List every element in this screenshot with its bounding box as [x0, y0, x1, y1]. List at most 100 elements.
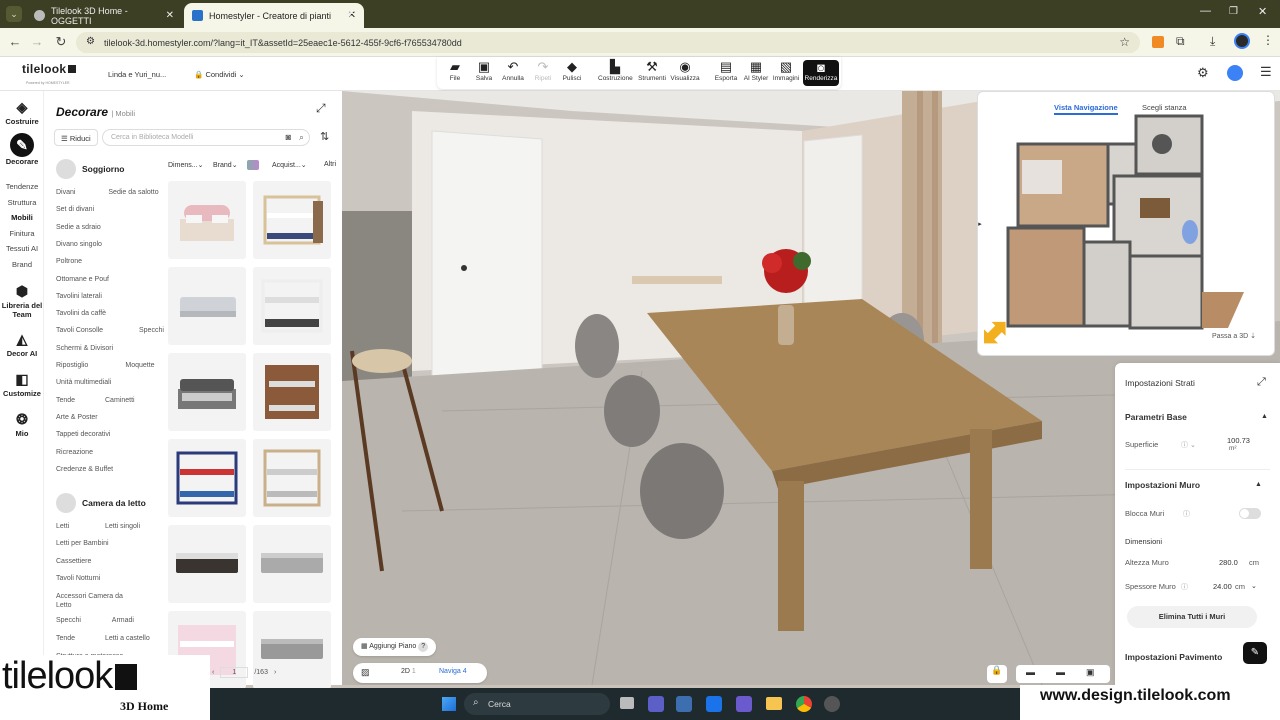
- category-item[interactable]: Sedie da salotto: [108, 189, 158, 196]
- category-camera[interactable]: Camera da letto: [56, 493, 146, 513]
- reduce-button[interactable]: ☰ Riduci: [54, 129, 98, 146]
- reload-icon[interactable]: ↻: [52, 34, 70, 50]
- category-item[interactable]: Unità multimediali: [56, 379, 111, 386]
- bookmark-star-icon[interactable]: ☆: [1119, 35, 1130, 49]
- category-item[interactable]: Sedie a sdraio: [56, 224, 101, 231]
- profile-avatar-icon[interactable]: [1234, 33, 1250, 49]
- camera-tool-icon[interactable]: ▬: [1026, 667, 1035, 677]
- teams-app-icon[interactable]: [648, 696, 664, 712]
- category-item[interactable]: Moquette: [125, 362, 154, 369]
- navigate-button[interactable]: Naviga 4: [439, 668, 467, 675]
- expand-panel-icon[interactable]: ⤢: [1257, 376, 1266, 389]
- category-item[interactable]: Tavolini laterali: [56, 293, 102, 300]
- browser-tab-tilelook[interactable]: Tilelook 3D Home - OGGETTI ✕: [26, 3, 182, 28]
- chrome-profile-app-icon[interactable]: [824, 696, 840, 712]
- rail-mine[interactable]: ❂ Mio: [0, 411, 44, 438]
- rail-finishing[interactable]: Finitura: [0, 229, 44, 238]
- filter-brand[interactable]: Brand⌄: [213, 161, 238, 169]
- search-icon[interactable]: ⌕: [299, 132, 304, 143]
- category-item[interactable]: Specchi: [139, 327, 164, 334]
- images-button[interactable]: ▧ Immagini: [769, 59, 803, 82]
- project-name[interactable]: Linda e Yuri_nu...: [108, 70, 166, 79]
- switch-to-3d-button[interactable]: Passa a 3D ⇣: [1212, 332, 1256, 340]
- clip-tool-icon[interactable]: ▬: [1056, 667, 1065, 677]
- render-button[interactable]: ◙ Renderizza: [803, 60, 839, 86]
- close-tab-icon[interactable]: ✕: [166, 10, 174, 21]
- puzzle-extensions-icon[interactable]: ⧉: [1176, 34, 1185, 49]
- camera-search-icon[interactable]: ◙: [286, 132, 291, 142]
- windows-start-icon[interactable]: [442, 697, 456, 711]
- thickness-info-icon[interactable]: ⓘ: [1181, 582, 1188, 592]
- ai-styler-button[interactable]: ▦ AI Styler: [739, 59, 773, 82]
- rail-customize[interactable]: ◧ Customize: [0, 371, 44, 398]
- category-item[interactable]: Ricreazione: [56, 449, 93, 456]
- thickness-dropdown-icon[interactable]: ⌄: [1251, 582, 1257, 590]
- construction-button[interactable]: ▙ Costruzione: [598, 59, 633, 82]
- add-floor-button[interactable]: ▦ Aggiungi Piano ?: [353, 638, 437, 656]
- page-input[interactable]: 1: [220, 667, 249, 678]
- product-thumb[interactable]: [168, 439, 246, 517]
- search-input[interactable]: Cerca in Biblioteca Modelli ◙ ⌕: [102, 129, 310, 146]
- category-item[interactable]: Arte & Poster: [56, 414, 98, 421]
- rail-build[interactable]: ◈ Costruire: [0, 99, 44, 126]
- category-soggiorno[interactable]: Soggiorno: [56, 159, 125, 179]
- tools-button[interactable]: ⚒ Strumenti: [635, 59, 669, 82]
- address-bar[interactable]: ⚙ tilelook-3d.homestyler.com/?lang=it_IT…: [76, 32, 1140, 53]
- category-item[interactable]: Letti: [56, 523, 69, 530]
- share-button[interactable]: 🔒 Condividi ⌄: [194, 70, 245, 79]
- prev-page-icon[interactable]: ‹: [212, 669, 214, 676]
- section-wall-settings[interactable]: Impostazioni Muro: [1125, 480, 1200, 490]
- category-item[interactable]: Tavoli Notturni: [56, 575, 100, 582]
- product-thumb[interactable]: [168, 353, 246, 431]
- collapse-base-icon[interactable]: ▲: [1261, 413, 1268, 420]
- category-item[interactable]: Credenze & Buffet: [56, 466, 113, 473]
- rail-structure[interactable]: Struttura: [0, 198, 44, 207]
- settings-gear-icon[interactable]: ⚙: [1197, 65, 1209, 81]
- filter-more[interactable]: Altri: [324, 161, 336, 168]
- undo-button[interactable]: ↶ Annulla: [496, 59, 530, 82]
- filter-purchase[interactable]: Acquist...⌄: [272, 161, 307, 169]
- tab-list-icon[interactable]: ⌄: [6, 6, 22, 22]
- category-item[interactable]: Tende: [56, 397, 75, 404]
- sort-icon[interactable]: ⇅: [320, 130, 329, 143]
- extension-icon[interactable]: [1152, 36, 1164, 48]
- product-thumb[interactable]: [253, 439, 331, 517]
- product-thumb[interactable]: [168, 181, 246, 259]
- lock-icon[interactable]: 🔒: [987, 665, 1007, 683]
- category-item[interactable]: Letti a castello: [105, 635, 150, 642]
- section-floor-settings[interactable]: Impostazioni Pavimento: [1125, 652, 1222, 662]
- wall-height-input[interactable]: 280.0: [1219, 558, 1238, 567]
- filter-color[interactable]: [247, 160, 259, 170]
- section-base-params[interactable]: Parametri Base: [1125, 412, 1187, 422]
- category-item[interactable]: Specchi: [56, 617, 81, 624]
- mode-2d-button[interactable]: 2D 1: [401, 668, 416, 675]
- product-thumb[interactable]: [253, 525, 331, 603]
- browser-tab-homestyler[interactable]: Homestyler - Creatore di pianti ✕: [184, 3, 364, 28]
- rail-brand[interactable]: Brand: [0, 260, 44, 269]
- clean-button[interactable]: ◆ Pulisci: [555, 59, 589, 82]
- file-explorer-icon[interactable]: [766, 697, 782, 710]
- delete-all-walls-button[interactable]: Elimina Tutti i Muri: [1127, 606, 1257, 628]
- user-avatar-icon[interactable]: [1227, 65, 1243, 81]
- next-page-icon[interactable]: ›: [274, 669, 276, 676]
- category-item[interactable]: Caminetti: [105, 397, 135, 404]
- category-item[interactable]: Divani: [56, 189, 75, 196]
- site-info-icon[interactable]: ⚙: [86, 36, 95, 47]
- layers-icon[interactable]: ▨: [361, 667, 370, 678]
- category-item[interactable]: Poltrone: [56, 258, 82, 265]
- outlook-app-icon[interactable]: [706, 696, 722, 712]
- forward-icon[interactable]: →: [28, 34, 46, 49]
- chrome-app-icon[interactable]: [796, 696, 812, 712]
- download-icon[interactable]: ⤓: [1210, 34, 1215, 49]
- help-icon[interactable]: ?: [418, 642, 429, 652]
- export-button[interactable]: ▤ Esporta: [709, 59, 743, 82]
- navigation-minimap[interactable]: Vista Navigazione Scegli stanza ▸ ⬌ Pass…: [977, 91, 1275, 356]
- product-thumb[interactable]: [253, 267, 331, 345]
- category-item[interactable]: Tavoli Consolle: [56, 327, 103, 334]
- category-item[interactable]: Schermi & Divisori: [56, 345, 113, 352]
- tab-choose-room[interactable]: Scegli stanza: [1142, 103, 1187, 112]
- product-thumb[interactable]: [253, 353, 331, 431]
- lock-walls-info-icon[interactable]: ⓘ: [1183, 509, 1190, 519]
- category-item[interactable]: Tavolini da caffè: [56, 310, 106, 317]
- minimize-window-icon[interactable]: —: [1200, 5, 1211, 17]
